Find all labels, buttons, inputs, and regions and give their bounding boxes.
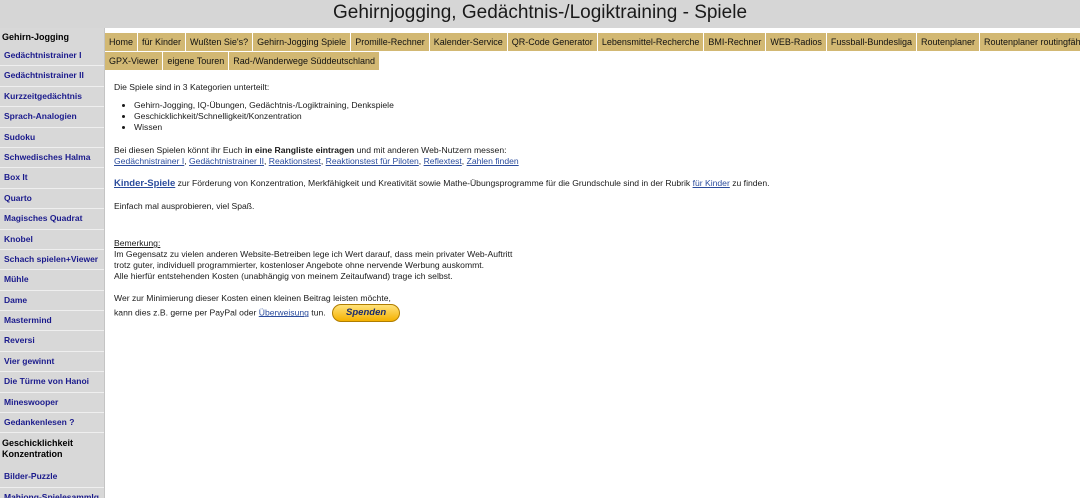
nav-item-kalender-service[interactable]: Kalender-Service: [429, 33, 508, 52]
sidebar-item-magisches-quadrat[interactable]: Magisches Quadrat: [0, 209, 104, 230]
sidebar-item-quarto[interactable]: Quarto: [0, 189, 104, 210]
sidebar-list-gehirn-jogging: Gedächtnistrainer I Gedächtnistrainer II K…: [0, 46, 104, 434]
nav-row-1: Home für Kinder Wußten Sie's? Gehirn-Joggin…: [105, 33, 1080, 52]
sidebar-item-die-türme-von-hanoi[interactable]: Die Türme von Hanoi: [0, 372, 104, 393]
nav-item-routenplaner-routingfähig[interactable]: Routenplaner routingfähig: [980, 33, 1080, 52]
nav-item-gpx-viewer[interactable]: GPX-Viewer: [105, 52, 164, 71]
donate-line-2: kann dies z.B. gerne per PayPal oder Übe…: [114, 304, 1064, 322]
nav-item-fussball-bundesliga[interactable]: Fussball-Bundesliga: [826, 33, 917, 52]
sidebar-list-geschicklichkeit: Bilder-Puzzle Mahjong-Spielesammlg: [0, 467, 104, 498]
sidebar-item-schach-spielen-viewer[interactable]: Schach spielen+Viewer: [0, 250, 104, 271]
sidebar-item-gedächtnistrainer-i[interactable]: Gedächtnistrainer I: [0, 46, 104, 67]
sidebar-item-vier-gewinnt[interactable]: Vier gewinnt: [0, 352, 104, 373]
ranking-link-gedächnistrainer-i[interactable]: Gedächnistrainer I: [114, 156, 184, 166]
sidebar-item-gedächtnistrainer-ii[interactable]: Gedächtnistrainer II: [0, 66, 104, 87]
category-item: Geschicklichkeit/Schnelligkeit/Konzentra…: [134, 111, 1064, 122]
main-content: Die Spiele sind in 3 Kategorien untertei…: [114, 82, 1064, 322]
kids-games-link[interactable]: Kinder-Spiele: [114, 178, 175, 189]
ranking-links: Gedächnistrainer I, Gedächtnistrainer II…: [114, 156, 1064, 167]
sidebar-item-kurzzeitgedächtnis[interactable]: Kurzzeitgedächtnis: [0, 87, 104, 108]
nav-item-lebensmittel-recherche[interactable]: Lebensmittel-Recherche: [597, 33, 705, 52]
donate-text-post: tun.: [308, 307, 326, 318]
ranking-text-post: und mit anderen Web-Nutzern messen:: [354, 145, 507, 155]
sidebar-heading-line2: Konzentration: [2, 449, 63, 460]
category-item: Gehirn-Jogging, IQ-Übungen, Gedächtnis-/…: [134, 100, 1064, 111]
kids-text-end: zu finden.: [729, 178, 770, 188]
sidebar-heading-gehirn-jogging: Gehirn-Jogging: [2, 32, 69, 42]
sidebar-item-dame[interactable]: Dame: [0, 291, 104, 312]
donate-button[interactable]: Spenden: [332, 304, 401, 322]
kids-text: zur Förderung von Konzentration, Merkfäh…: [175, 178, 693, 188]
categories-list: Gehirn-Jogging, IQ-Übungen, Gedächtnis-/…: [114, 100, 1064, 133]
nav-item-eigene-touren[interactable]: eigene Touren: [163, 52, 230, 71]
nav-item-gehirn-jogging-spiele[interactable]: Gehirn-Jogging Spiele: [253, 33, 352, 52]
ranking-link-reaktionstest[interactable]: Reaktionstest: [269, 156, 321, 166]
nav-item-web-radios[interactable]: WEB-Radios: [766, 33, 827, 52]
ranking-link-reflextest[interactable]: Reflextest: [424, 156, 462, 166]
nav-row-2: GPX-Viewer eigene Touren Rad-/Wanderwege S…: [105, 52, 1080, 71]
nav-item-wußten-sie-s[interactable]: Wußten Sie's?: [186, 33, 254, 52]
try-it-text: Einfach mal ausprobieren, viel Spaß.: [114, 201, 255, 211]
sidebar-item-gedankenlesen[interactable]: Gedankenlesen ?: [0, 413, 104, 434]
nav-item-promille-rechner[interactable]: Promille-Rechner: [351, 33, 430, 52]
category-item: Wissen: [134, 122, 1064, 133]
sidebar-item-mühle[interactable]: Mühle: [0, 270, 104, 291]
nav-item-routenplaner[interactable]: Routenplaner: [916, 33, 980, 52]
nav-item-für-kinder[interactable]: für Kinder: [138, 33, 187, 52]
ranking-link-zahlen-finden[interactable]: Zahlen finden: [467, 156, 519, 166]
sidebar-item-schwedisches-halma[interactable]: Schwedisches Halma: [0, 148, 104, 169]
remark-line-3: Alle hierfür entstehenden Kosten (unabhä…: [114, 271, 453, 281]
ranking-text-bold: in eine Rangliste eintragen: [244, 145, 355, 155]
sidebar-item-knobel[interactable]: Knobel: [0, 230, 104, 250]
sidebar-heading-line1: Geschicklichkeit: [2, 438, 74, 449]
donate-text-pre: kann dies z.B. gerne per PayPal oder: [114, 307, 259, 318]
page-header: Gehirnjogging, Gedächtnis-/Logiktraining…: [0, 0, 1080, 28]
sidebar-item-sprach-analogien[interactable]: Sprach-Analogien: [0, 107, 104, 128]
sidebar-item-reversi[interactable]: Reversi: [0, 331, 104, 352]
remark-line-1: Im Gegensatz zu vielen anderen Website-B…: [114, 249, 513, 259]
sidebar-item-sudoku[interactable]: Sudoku: [0, 128, 104, 148]
top-navigation: Home für Kinder Wußten Sie's? Gehirn-Joggin…: [105, 33, 1080, 71]
nav-item-qr-code-generator[interactable]: QR-Code Generator: [507, 33, 598, 52]
sidebar-heading-geschicklichkeit: Geschicklichkeit Konzentration: [0, 433, 104, 463]
sidebar-item-mahjong-spielesammlg[interactable]: Mahjong-Spielesammlg: [0, 488, 104, 498]
sidebar-item-box-it[interactable]: Box It: [0, 168, 104, 189]
nav-item-bmi-rechner[interactable]: BMI-Rechner: [704, 33, 767, 52]
ranking-paragraph: Bei diesen Spielen könnt ihr Euch in ein…: [114, 145, 1064, 156]
categories-intro: Die Spiele sind in 3 Kategorien untertei…: [114, 82, 270, 92]
remark-title: Bemerkung:: [114, 238, 161, 248]
sidebar-item-mineswooper[interactable]: Mineswooper: [0, 393, 104, 414]
nav-item-home[interactable]: Home: [105, 33, 139, 52]
sidebar-item-mastermind[interactable]: Mastermind: [0, 311, 104, 332]
donate-line-1: Wer zur Minimierung dieser Kosten einen …: [114, 293, 391, 303]
nav-item-rad-wanderwege-süddeutschland[interactable]: Rad-/Wanderwege Süddeutschland: [229, 52, 381, 71]
ranking-text-pre: Bei diesen Spielen könnt ihr Euch: [114, 145, 245, 155]
bank-transfer-link[interactable]: Überweisung: [259, 307, 309, 317]
remark-line-2: trotz guter, individuell programmierter,…: [114, 260, 485, 270]
kids-paragraph: Kinder-Spiele zur Förderung von Konzentr…: [114, 178, 1064, 189]
for-kids-link[interactable]: für Kinder: [693, 178, 730, 188]
ranking-link-gedächtnistrainer-ii[interactable]: Gedächtnistrainer II: [189, 156, 264, 166]
ranking-link-reaktionstest-für-piloten[interactable]: Reaktionstest für Piloten: [326, 156, 419, 166]
page-title: Gehirnjogging, Gedächtnis-/Logiktraining…: [332, 2, 748, 23]
sidebar: Gehirn-Jogging Gedächtnistrainer I Gedäch…: [0, 28, 105, 498]
sidebar-item-bilder-puzzle[interactable]: Bilder-Puzzle: [0, 467, 104, 488]
